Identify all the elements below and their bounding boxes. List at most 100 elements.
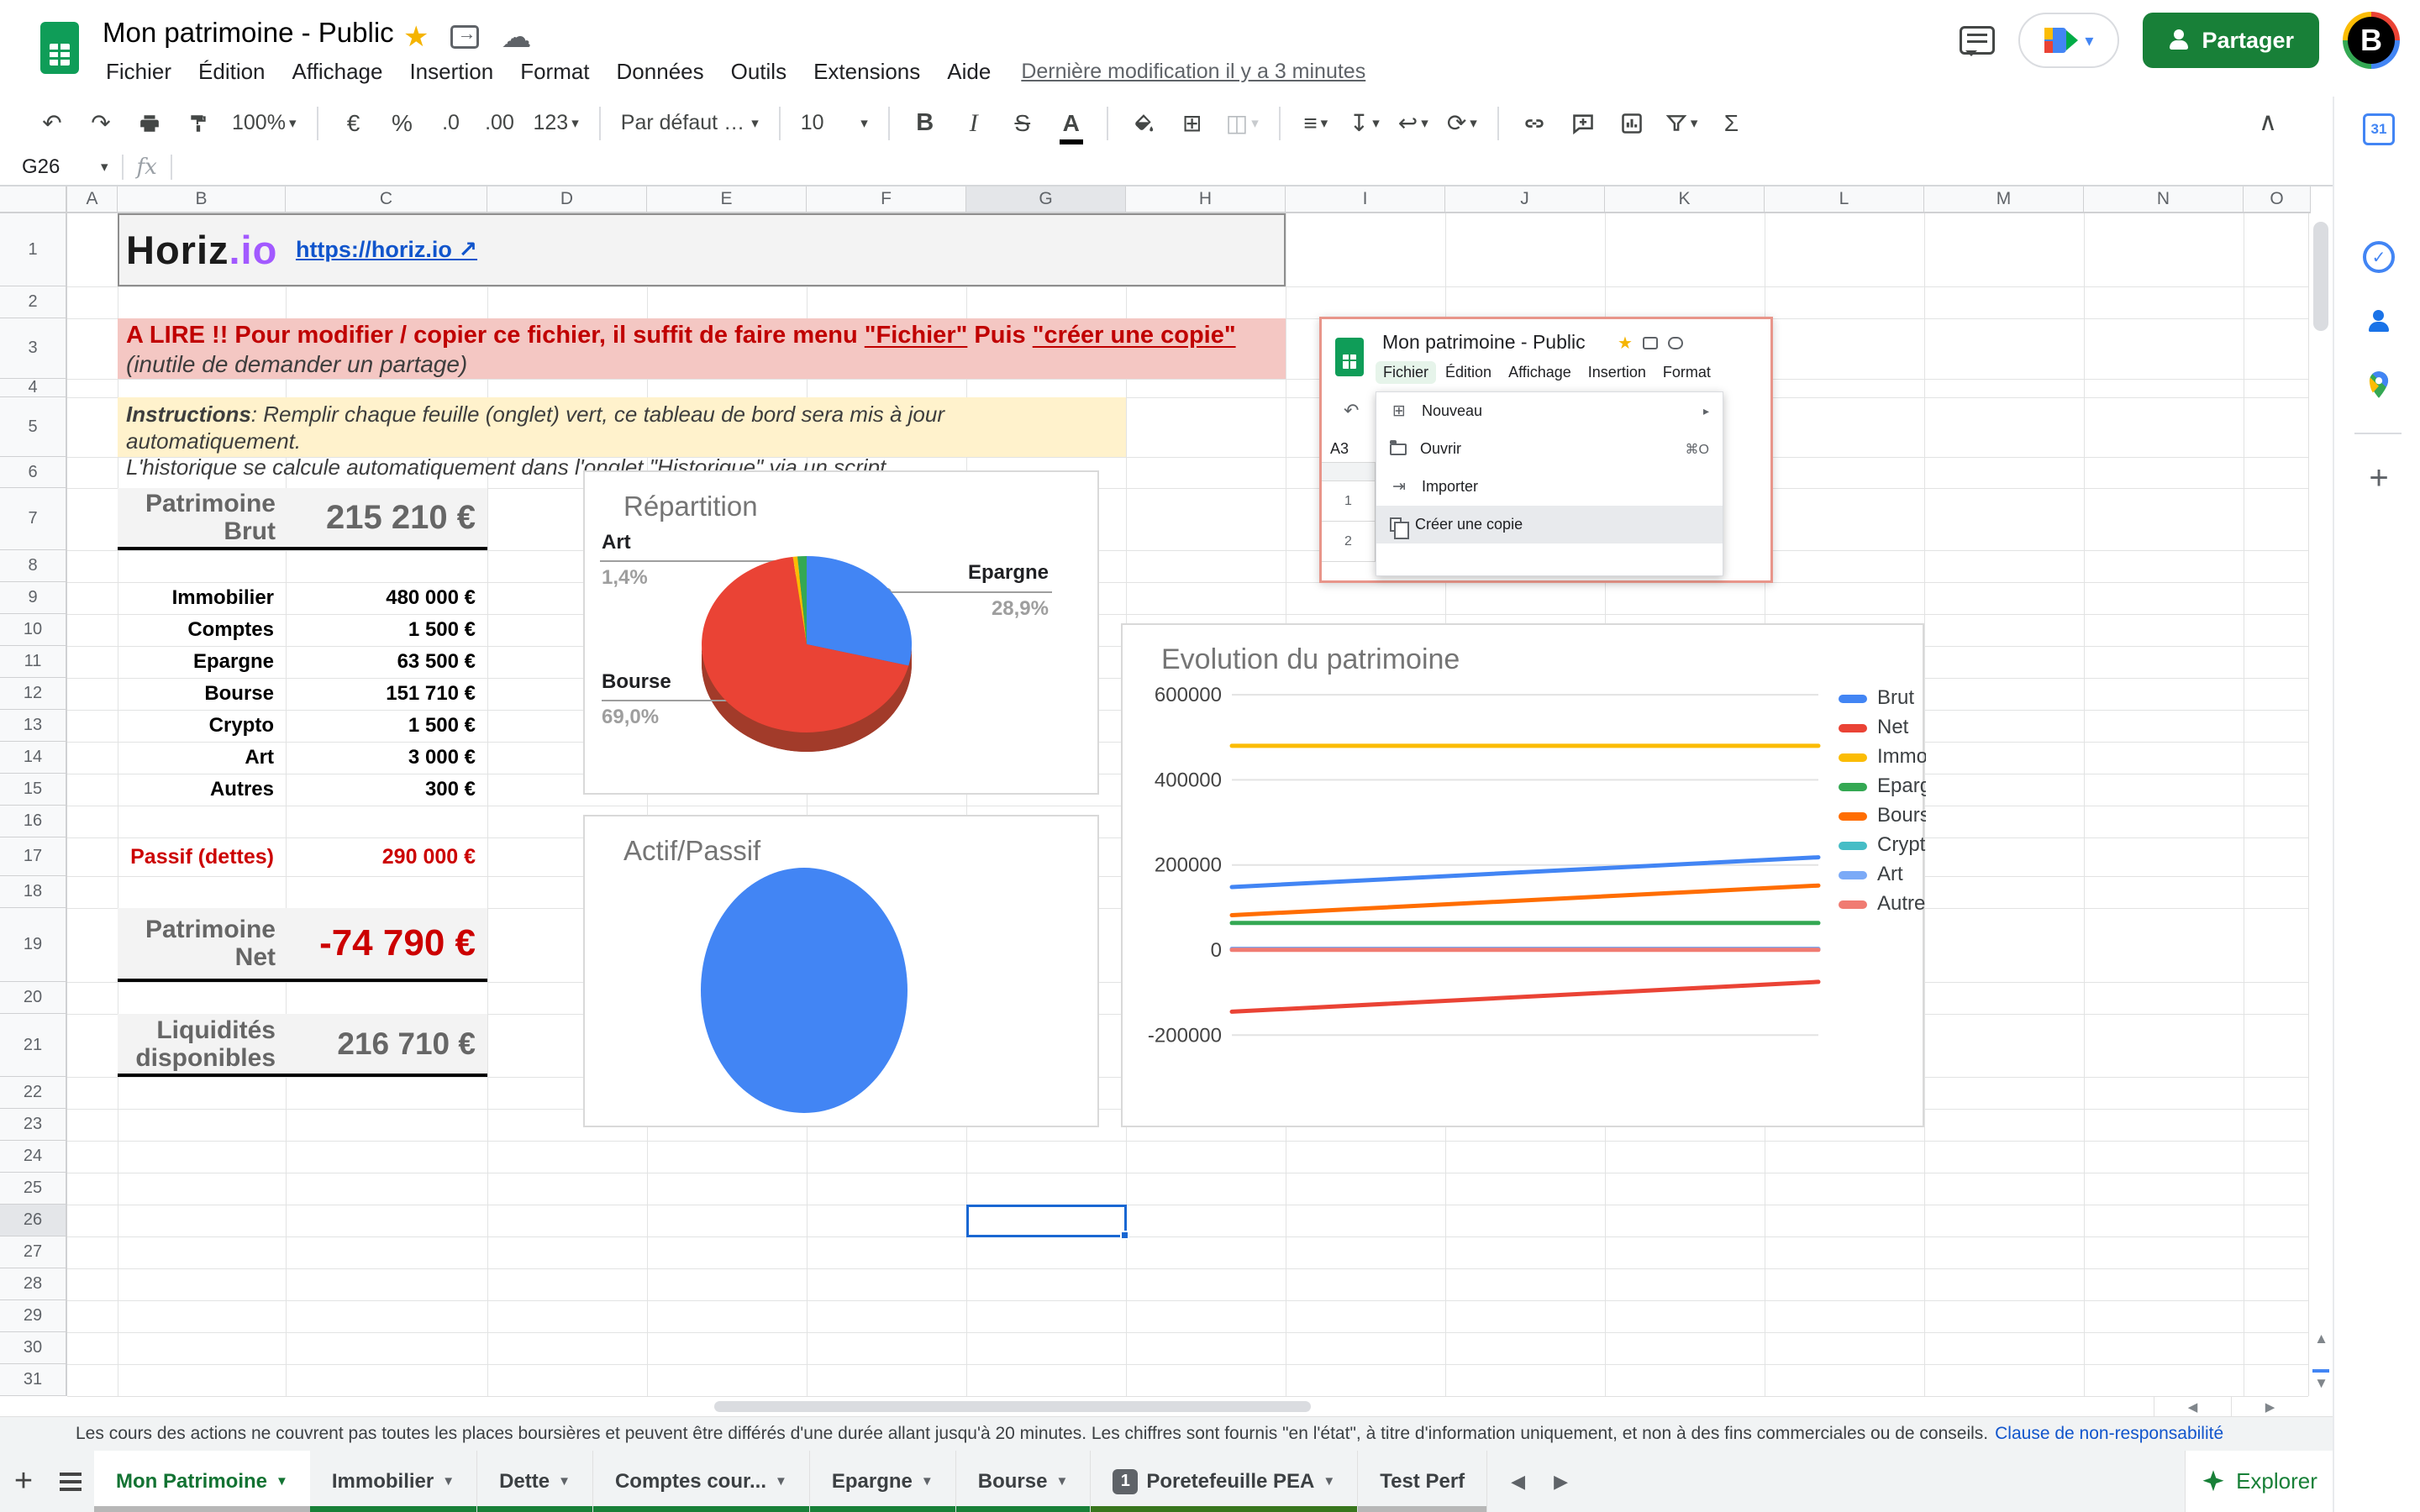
tab-immobilier[interactable]: Immobilier▼: [310, 1451, 477, 1512]
sheets-logo-icon[interactable]: [34, 22, 86, 74]
row-header-31[interactable]: 31: [0, 1364, 67, 1396]
functions-button[interactable]: Σ: [1709, 102, 1753, 145]
column-header-A[interactable]: A: [67, 186, 118, 213]
repartition-chart[interactable]: Répartition Art 1,4% Epargne 28,9% Bours…: [583, 470, 1099, 795]
tab-menu-caret[interactable]: ▼: [775, 1474, 787, 1488]
column-header-K[interactable]: K: [1605, 186, 1765, 213]
tab-poretefeuille-pea[interactable]: 1Poretefeuille PEA▼: [1091, 1451, 1358, 1512]
row-header-4[interactable]: 4: [0, 379, 67, 397]
font-select[interactable]: Par défaut …▾: [614, 102, 765, 145]
avatar[interactable]: B: [2343, 12, 2400, 69]
horizontal-scrollbar-thumb[interactable]: [714, 1401, 1311, 1412]
undo-button[interactable]: ↶: [30, 102, 74, 145]
increase-decimals-button[interactable]: .00: [478, 102, 522, 145]
last-modified-link[interactable]: Dernière modification il y a 3 minutes: [1021, 60, 1365, 84]
select-all-corner[interactable]: [0, 186, 67, 213]
all-sheets-button[interactable]: [47, 1451, 94, 1512]
column-header-H[interactable]: H: [1126, 186, 1286, 213]
insert-chart-button[interactable]: [1610, 102, 1654, 145]
row-header-25[interactable]: 25: [0, 1173, 67, 1205]
row-header-5[interactable]: 5: [0, 397, 67, 457]
menu-données[interactable]: Données: [605, 54, 716, 90]
borders-button[interactable]: ⊞: [1171, 102, 1214, 145]
horizontal-scrollbar[interactable]: ◀ ▶: [67, 1396, 2308, 1416]
strikethrough-button[interactable]: S: [1001, 102, 1044, 145]
scroll-down-icon[interactable]: ▼: [2309, 1375, 2333, 1392]
column-header-M[interactable]: M: [1924, 186, 2084, 213]
fill-color-button[interactable]: [1122, 102, 1165, 145]
column-header-I[interactable]: I: [1286, 186, 1445, 213]
row-header-30[interactable]: 30: [0, 1332, 67, 1364]
font-size-select[interactable]: 10▾: [794, 102, 875, 145]
evolution-chart[interactable]: Evolution du patrimoine 6000004000002000…: [1121, 623, 1924, 1127]
row-header-18[interactable]: 18: [0, 876, 67, 908]
more-formats-button[interactable]: 123▾: [527, 102, 586, 145]
row-header-19[interactable]: 19: [0, 908, 67, 982]
menu-outils[interactable]: Outils: [719, 54, 798, 90]
document-title[interactable]: Mon patrimoine - Public: [103, 17, 394, 49]
column-header-L[interactable]: L: [1765, 186, 1924, 213]
embedded-menu-screenshot[interactable]: Mon patrimoine - Public ★ FichierÉdition…: [1319, 317, 1773, 583]
comments-icon[interactable]: [1960, 26, 1995, 55]
row-header-22[interactable]: 22: [0, 1077, 67, 1109]
text-rotate-button[interactable]: ⟳▾: [1440, 102, 1484, 145]
meet-button[interactable]: ▾: [2018, 13, 2119, 68]
horiz-link[interactable]: https://horiz.io ↗: [286, 220, 487, 279]
disclaimer-link[interactable]: Clause de non-responsabilité: [1995, 1424, 2223, 1444]
row-header-28[interactable]: 28: [0, 1268, 67, 1300]
menu-aide[interactable]: Aide: [935, 54, 1002, 90]
tab-menu-caret[interactable]: ▼: [1055, 1474, 1068, 1488]
bold-button[interactable]: B: [903, 102, 947, 145]
insert-link-button[interactable]: [1512, 102, 1556, 145]
row-header-24[interactable]: 24: [0, 1141, 67, 1173]
row-header-9[interactable]: 9: [0, 582, 67, 614]
tab-comptes-cour-[interactable]: Comptes cour...▼: [593, 1451, 810, 1512]
row-header-20[interactable]: 20: [0, 982, 67, 1014]
row-header-16[interactable]: 16: [0, 806, 67, 837]
row-header-29[interactable]: 29: [0, 1300, 67, 1332]
vertical-scrollbar[interactable]: ▲ ▼: [2308, 213, 2333, 1396]
add-sheet-button[interactable]: +: [0, 1451, 47, 1512]
share-button[interactable]: Partager: [2143, 13, 2319, 68]
row-header-7[interactable]: 7: [0, 488, 67, 550]
column-header-O[interactable]: O: [2244, 186, 2311, 213]
row-header-14[interactable]: 14: [0, 742, 67, 774]
collapse-toolbar-icon[interactable]: ∧: [2259, 108, 2277, 137]
explore-button[interactable]: Explorer: [2185, 1451, 2333, 1512]
horizontal-align-button[interactable]: ≡▾: [1294, 102, 1338, 145]
row-header-27[interactable]: 27: [0, 1236, 67, 1268]
actif-passif-chart[interactable]: Actif/Passif: [583, 815, 1099, 1127]
tasks-icon[interactable]: ✓: [2363, 241, 2395, 273]
merge-cells-button[interactable]: ◫▾: [1219, 102, 1265, 145]
tab-menu-caret[interactable]: ▼: [276, 1474, 288, 1488]
menu-fichier[interactable]: Fichier: [94, 54, 183, 90]
star-icon[interactable]: ★: [403, 20, 429, 54]
tabs-scroll-left-icon[interactable]: ◀: [1511, 1471, 1525, 1493]
text-wrap-button[interactable]: ↩▾: [1392, 102, 1435, 145]
menu-édition[interactable]: Édition: [187, 54, 277, 90]
formula-input[interactable]: [186, 150, 2420, 185]
scroll-left-icon[interactable]: ◀: [2154, 1397, 2231, 1417]
menu-insertion[interactable]: Insertion: [397, 54, 505, 90]
tab-test-perf[interactable]: Test Perf: [1358, 1451, 1487, 1512]
row-header-2[interactable]: 2: [0, 286, 67, 318]
paint-format-button[interactable]: [176, 102, 220, 145]
fill-handle[interactable]: [1120, 1231, 1129, 1240]
redo-button[interactable]: ↷: [79, 102, 123, 145]
vertical-align-button[interactable]: ↧▾: [1343, 102, 1386, 145]
row-header-21[interactable]: 21: [0, 1014, 67, 1077]
row-header-15[interactable]: 15: [0, 774, 67, 806]
tab-epargne[interactable]: Epargne▼: [810, 1451, 956, 1512]
maps-icon[interactable]: [2363, 369, 2395, 401]
row-header-26[interactable]: 26: [0, 1205, 67, 1236]
italic-button[interactable]: I: [952, 102, 996, 145]
tab-menu-caret[interactable]: ▼: [1323, 1474, 1335, 1488]
column-header-C[interactable]: C: [286, 186, 487, 213]
column-header-G[interactable]: G: [966, 186, 1126, 213]
selected-cell-g26[interactable]: [966, 1205, 1127, 1237]
row-header-13[interactable]: 13: [0, 710, 67, 742]
insert-comment-button[interactable]: [1561, 102, 1605, 145]
tab-menu-caret[interactable]: ▼: [558, 1474, 571, 1488]
name-box-caret[interactable]: ▾: [101, 159, 108, 176]
tab-dette[interactable]: Dette▼: [477, 1451, 593, 1512]
